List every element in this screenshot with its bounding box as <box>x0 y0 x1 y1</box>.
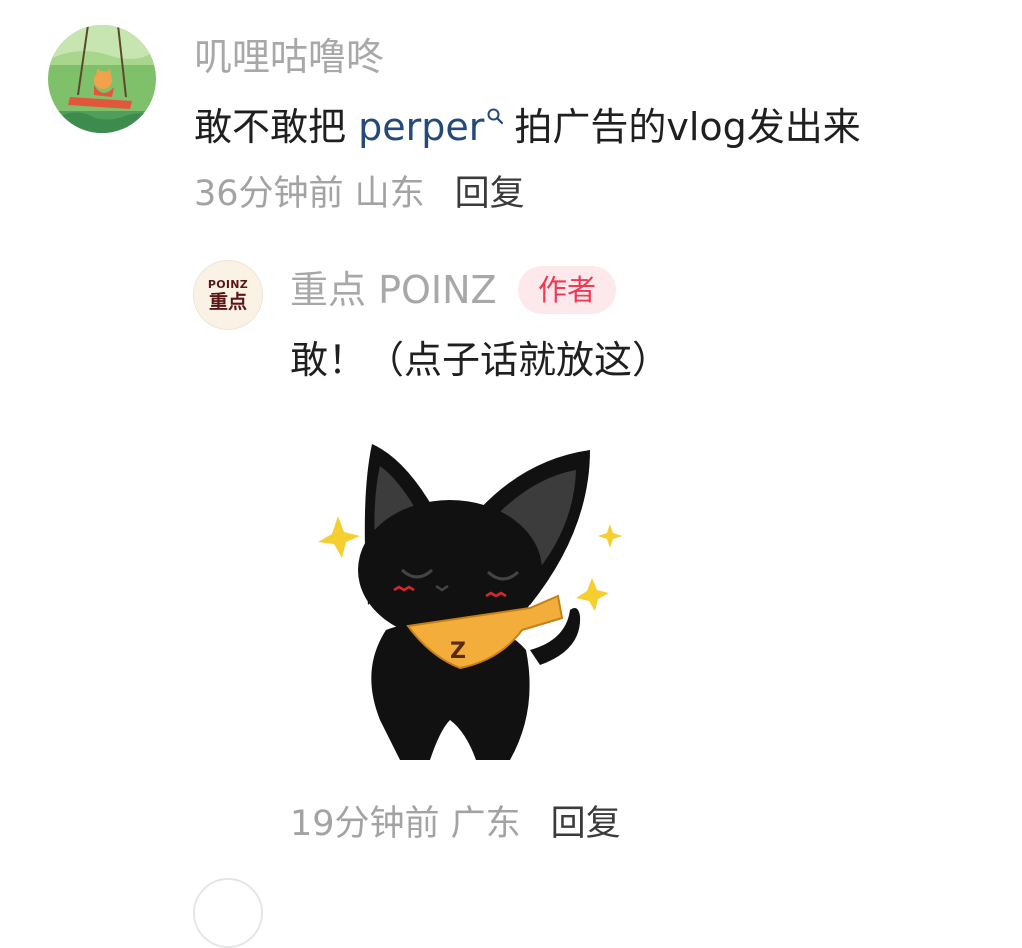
reply-meta: 19分钟前 广东 回复 <box>290 802 621 846</box>
reply-time-location: 19分钟前 广东 <box>290 804 521 844</box>
cat-sticker-image[interactable]: Z <box>290 420 670 790</box>
sticker-letter: Z <box>450 639 466 664</box>
commenter-name[interactable]: 叽哩咕噜咚 <box>194 33 384 81</box>
comment-text-before: 敢不敢把 <box>194 105 359 149</box>
search-icon[interactable] <box>486 107 504 125</box>
next-comment-avatar[interactable] <box>193 878 263 948</box>
commenter-avatar[interactable] <box>48 25 156 133</box>
comment-time-location: 36分钟前 山东 <box>194 174 425 214</box>
avatar-logo-en: POINZ <box>207 277 249 291</box>
reply-button[interactable]: 回复 <box>551 804 621 844</box>
avatar-logo-zh: 重点 <box>208 290 247 313</box>
comment-text-after: 拍广告的vlog发出来 <box>514 105 861 149</box>
commenter-avatar-image <box>48 25 156 133</box>
reply-author-name[interactable]: 重点 POINZ <box>290 266 497 314</box>
comment-meta: 36分钟前 山东 回复 <box>194 172 525 216</box>
reply-text: 敢！（点子话就放这） <box>290 338 671 382</box>
comment-text: 敢不敢把 perper 拍广告的vlog发出来 <box>194 103 861 151</box>
author-badge: 作者 <box>518 266 617 314</box>
author-avatar[interactable]: POINZ 重点 <box>193 260 263 330</box>
mention-link[interactable]: perper <box>358 105 484 149</box>
reply-button[interactable]: 回复 <box>455 174 525 214</box>
